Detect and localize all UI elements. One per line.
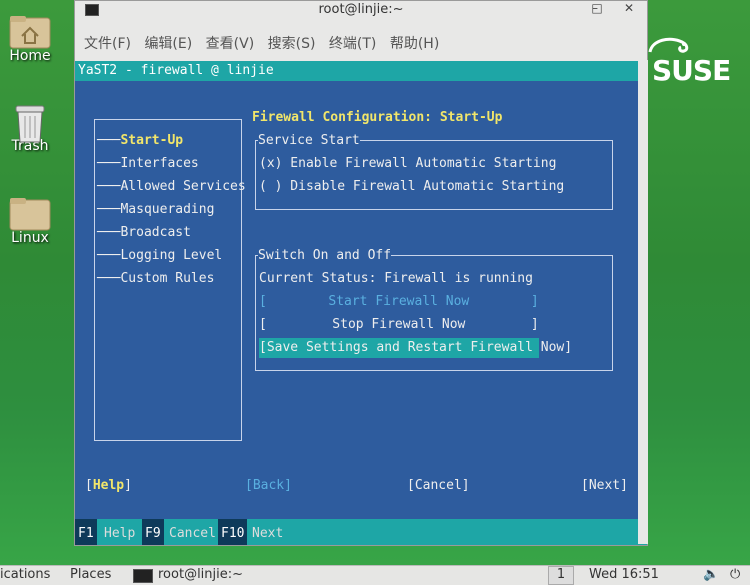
- nav-item-label: Start-Up: [120, 133, 184, 148]
- clock[interactable]: Wed 16:51: [589, 567, 659, 582]
- button-label: Next: [588, 478, 621, 493]
- desktop-icon-home[interactable]: Home: [0, 12, 60, 64]
- window-title: root@linjie:~: [318, 2, 404, 17]
- nav-item-masquerading[interactable]: ───Masquerading: [97, 200, 214, 220]
- function-key-bar: F1 Help F9 Cancel F10 Next: [75, 519, 647, 545]
- button-label: Back: [252, 478, 285, 493]
- nav-item-label: Custom Rules: [120, 271, 215, 286]
- yast-header: YaST2 - firewall @ linjie: [75, 61, 647, 81]
- nav-item-label: Interfaces: [120, 156, 199, 171]
- current-status: Current Status: Firewall is running: [259, 271, 533, 286]
- nav-item-label: Allowed Services: [120, 179, 246, 194]
- home-folder-icon: [8, 12, 52, 49]
- nav-item-custom-rules[interactable]: ───Custom Rules: [97, 269, 214, 289]
- menubar: 文件(F) 编辑(E) 查看(V) 搜索(S) 终端(T) 帮助(H): [75, 27, 647, 61]
- menu-terminal[interactable]: 终端(T): [329, 27, 376, 61]
- switch-label: Switch On and Off: [258, 246, 392, 266]
- cancel-button[interactable]: [Cancel]: [407, 476, 470, 496]
- start-firewall-button[interactable]: [Start Firewall Now]: [259, 292, 539, 312]
- desktop-icon-linux[interactable]: Linux: [0, 194, 60, 246]
- nav-item-label: Broadcast: [120, 225, 191, 240]
- volume-icon[interactable]: 🔈: [703, 567, 719, 582]
- terminal-area[interactable]: YaST2 - firewall @ linjie ───Start-Up ──…: [75, 61, 647, 545]
- chameleon-icon: [648, 37, 689, 53]
- workspace-switcher[interactable]: 1: [548, 566, 574, 585]
- desktop-icon-label: Home: [9, 48, 51, 64]
- suse-wordmark: SUSE: [652, 54, 731, 87]
- maximize-button[interactable]: □: [587, 1, 607, 15]
- taskbar-task-button[interactable]: root@linjie:~: [158, 567, 243, 582]
- menu-edit[interactable]: 编辑(E): [144, 27, 192, 61]
- nav-item-allowed-services[interactable]: ───Allowed Services: [97, 177, 246, 197]
- menu-view[interactable]: 查看(V): [206, 27, 255, 61]
- button-label: Help: [92, 478, 125, 493]
- button-label: Stop Firewall Now: [332, 317, 466, 332]
- taskbar-terminal-icon: [133, 569, 153, 583]
- back-button[interactable]: [Back]: [245, 476, 292, 496]
- desktop-icon-label: Linux: [11, 230, 49, 246]
- fkey-label: Help: [104, 526, 136, 541]
- fkey-f1[interactable]: F1: [75, 519, 97, 545]
- button-label: Start Firewall Now: [328, 294, 470, 309]
- nav-item-broadcast[interactable]: ───Broadcast: [97, 223, 191, 243]
- button-label: Save Settings and Restart Firewall Now: [266, 340, 565, 355]
- stop-firewall-button[interactable]: [Stop Firewall Now]: [259, 315, 539, 335]
- desktop-icon-trash[interactable]: Trash: [0, 102, 60, 154]
- menu-file[interactable]: 文件(F): [84, 27, 131, 61]
- service-start-label: Service Start: [258, 131, 360, 151]
- scrollbar[interactable]: [638, 60, 648, 544]
- taskbar: ications Places root@linjie:~ 1 Wed 16:5…: [0, 565, 750, 585]
- trash-icon: [8, 102, 52, 143]
- menu-help[interactable]: 帮助(H): [390, 27, 439, 61]
- nav-item-start-up[interactable]: ───Start-Up: [97, 131, 183, 151]
- help-button[interactable]: [Help]: [85, 476, 132, 496]
- nav-item-interfaces[interactable]: ───Interfaces: [97, 154, 199, 174]
- close-icon[interactable]: ✕: [619, 1, 639, 15]
- menu-search[interactable]: 搜索(S): [268, 27, 316, 61]
- fkey-label: Cancel: [169, 526, 216, 541]
- folder-icon: [8, 194, 52, 231]
- nav-item-label: Masquerading: [120, 202, 215, 217]
- next-button[interactable]: [Next]: [581, 476, 628, 496]
- radio-enable-autostart[interactable]: (x) Enable Firewall Automatic Starting: [259, 154, 556, 174]
- fkey-label: Next: [252, 526, 284, 541]
- save-restart-button[interactable]: [Save Settings and Restart Firewall Now]: [259, 338, 572, 358]
- section-title: Firewall Configuration: Start-Up: [252, 110, 503, 125]
- power-icon[interactable]: ⏻: [730, 567, 740, 582]
- applications-menu[interactable]: ications: [0, 567, 50, 582]
- nav-item-logging-level[interactable]: ───Logging Level: [97, 246, 222, 266]
- fkey-f9[interactable]: F9: [142, 519, 164, 545]
- fkey-f10[interactable]: F10: [218, 519, 248, 545]
- nav-item-label: Logging Level: [120, 248, 223, 263]
- window-titlebar[interactable]: root@linjie:~ – □ ✕: [75, 1, 647, 19]
- terminal-window[interactable]: root@linjie:~ – □ ✕ 文件(F) 编辑(E) 查看(V) 搜索…: [74, 0, 648, 546]
- places-menu[interactable]: Places: [70, 567, 111, 582]
- button-label: Cancel: [414, 478, 462, 493]
- radio-disable-autostart[interactable]: ( ) Disable Firewall Automatic Starting: [259, 177, 564, 197]
